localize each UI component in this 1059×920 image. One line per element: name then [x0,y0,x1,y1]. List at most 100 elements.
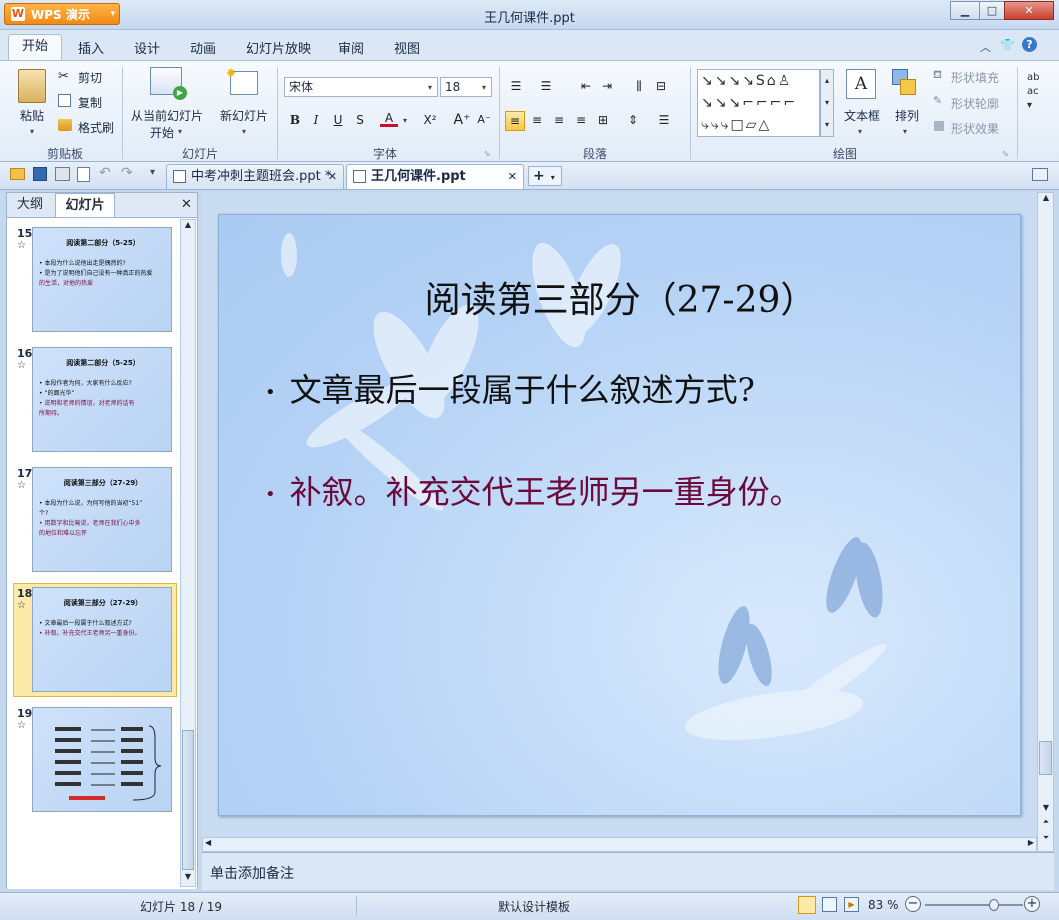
align-right-button[interactable]: ≡ [550,111,568,129]
more-tools-icon[interactable]: ab ac ▾ [1027,71,1039,113]
scroll-thumb[interactable] [1039,741,1052,775]
slide-title[interactable]: 阅读第三部分（27-29） [219,271,1020,323]
zoom-in-button[interactable]: + [1024,896,1040,912]
open-folder-icon[interactable] [10,168,25,180]
textbox-button[interactable]: 文本框 [844,107,880,124]
doc-tab-2[interactable]: 王几何课件.ppt ✕ [346,164,524,189]
text-direction-icon[interactable]: ⫼ [630,77,648,95]
new-tab-button[interactable]: + ▾ [528,166,562,186]
zoom-slider[interactable] [925,899,1023,911]
tab-view[interactable]: 视图 [394,38,420,57]
increase-indent-icon[interactable]: ⇥ [598,77,616,95]
distribute-button[interactable]: ⊞ [594,111,612,129]
cut-button[interactable]: 剪切 [78,69,102,86]
tab-outline[interactable]: 大纲 [7,193,53,217]
print-preview-icon[interactable] [77,167,90,182]
font-color-button[interactable]: A [380,109,398,127]
from-current-slide-button[interactable]: 从当前幻灯片 [131,107,203,124]
numbering-icon[interactable]: ☰ [537,77,555,95]
shape-outline-button[interactable]: 形状轮廓 [951,95,999,112]
paste-icon[interactable] [18,69,46,103]
format-painter-button[interactable]: 格式刷 [78,119,114,136]
zoom-slider-thumb[interactable] [989,899,999,911]
paragraph-spacing-icon[interactable]: ☰ [655,111,673,129]
notes-placeholder[interactable]: 单击添加备注 [210,863,294,883]
close-panel-icon[interactable]: ✕ [181,197,192,212]
tab-animation[interactable]: 动画 [190,38,216,57]
notes-pane[interactable]: 单击添加备注 [202,852,1054,890]
shape-effect-button[interactable]: 形状效果 [951,120,999,137]
collapse-ribbon-icon[interactable]: ︿ [980,39,991,55]
shapes-gallery[interactable]: ↘↘↘↘S⌂♙ ↘↘↘⌐⌐⌐⌐ ⤷⤷⤷□▱△ [697,69,820,137]
play-slideshow-icon[interactable]: ▶ [150,67,187,100]
font-dialog-launcher-icon[interactable]: ⬂ [484,149,491,158]
shape-fill-button[interactable]: 形状填充 [951,69,999,86]
font-name-select[interactable]: 宋体 [284,77,438,97]
gallery-scroll[interactable]: ▴ ▾ ▾ [820,69,834,137]
maximize-button[interactable]: □ [979,1,1005,20]
scroll-down-icon[interactable]: ▼ [1039,803,1053,815]
copy-button[interactable]: 复制 [78,94,102,111]
thumbnail-scrollbar[interactable]: ▲ ▼ [180,219,196,887]
slide-bullet-2[interactable]: • 补叙。补充交代王老师另一重身份。 [265,467,802,513]
zoom-level[interactable]: 83 % [868,898,899,912]
increase-font-button[interactable]: A⁺ [453,111,471,129]
paste-button[interactable]: 粘贴 [20,107,44,124]
shadow-button[interactable]: S [351,111,369,129]
redo-icon[interactable]: ↷ [121,165,133,181]
next-slide-icon[interactable]: ⏷ [1039,833,1053,845]
start-label[interactable]: 开始 [150,124,174,141]
doc-tab-1[interactable]: 中考冲刺主题班会.ppt * ✕ [166,164,344,189]
arrange-button[interactable]: 排列 [895,107,919,124]
app-menu-button[interactable]: W WPS 演示 ▾ [4,3,120,25]
slide-thumbnail[interactable]: 阅读第三部分（27-29） • 文章最后一段属于什么叙述方式? • 补叙。补充交代王… [32,587,172,692]
normal-view-icon[interactable] [798,896,816,914]
bullets-icon[interactable]: ☰ [507,77,525,95]
close-tab-icon[interactable]: ✕ [508,165,517,188]
customize-qat-icon[interactable]: ▾ [150,167,155,178]
align-left-button[interactable]: ≡ [505,111,525,131]
help-icon[interactable]: ? [1022,37,1037,52]
arrange-icon[interactable] [892,69,918,97]
slide-thumbnail[interactable]: 阅读第二部分（5-25） • 本段为什么说他出走是偶然的? • 是为了说明他们自己没… [32,227,172,332]
new-slide-icon[interactable]: ✸ [226,66,258,95]
underline-button[interactable]: U [329,111,347,129]
close-tab-icon[interactable]: ✕ [328,165,337,188]
tab-review[interactable]: 审阅 [338,38,364,57]
scroll-left-icon[interactable]: ◀ [205,838,211,847]
new-slide-button[interactable]: 新幻灯片 [220,107,268,124]
slide-sorter-icon[interactable] [822,897,837,912]
tab-slides[interactable]: 幻灯片 [55,193,115,217]
main-scrollbar[interactable]: ▲ ▼ ⏶ ⏷ [1037,192,1054,852]
current-slide[interactable]: 阅读第三部分（27-29） • 文章最后一段属于什么叙述方式? • 补叙。补充交代王… [218,214,1021,816]
align-center-button[interactable]: ≡ [528,111,546,129]
justify-button[interactable]: ≡ [572,111,590,129]
tab-design[interactable]: 设计 [134,38,160,57]
close-button[interactable]: ✕ [1004,1,1054,20]
zoom-out-button[interactable]: − [905,896,921,912]
scroll-thumb[interactable] [182,730,194,870]
scroll-right-icon[interactable]: ▶ [1028,838,1034,847]
print-icon[interactable] [55,167,70,181]
slide-thumbnail[interactable]: 阅读第三部分（27-29） • 本段为什么说，为何写他的当初“51” 个? • 用数… [32,467,172,572]
superscript-button[interactable]: X² [421,111,439,129]
line-spacing-icon[interactable]: ⇕ [624,111,642,129]
tab-slideshow[interactable]: 幻灯片放映 [246,38,311,57]
tab-insert[interactable]: 插入 [78,38,104,57]
skin-icon[interactable]: 👕 [1000,38,1015,52]
horizontal-scrollbar[interactable]: ◀ ▶ [202,837,1037,852]
tab-home[interactable]: 开始 [8,34,62,60]
align-text-icon[interactable]: ⊟ [652,77,670,95]
decrease-font-button[interactable]: A⁻ [475,111,493,129]
minimize-button[interactable]: ▁ [950,1,980,20]
slide-thumbnail[interactable] [32,707,172,812]
save-icon[interactable] [33,167,47,181]
decrease-indent-icon[interactable]: ⇤ [577,77,595,95]
textbox-icon[interactable]: A [846,69,876,99]
tab-list-icon[interactable] [1032,168,1048,181]
drawing-dialog-launcher-icon[interactable]: ⬂ [1002,149,1009,158]
slide-thumbnail[interactable]: 阅读第二部分（5-25） • 本段作者为何，大家有什么反应? • “的面光华” • 说… [32,347,172,452]
prev-slide-icon[interactable]: ⏶ [1039,817,1053,829]
italic-button[interactable]: I [307,111,325,129]
undo-icon[interactable]: ↶ [99,165,111,181]
